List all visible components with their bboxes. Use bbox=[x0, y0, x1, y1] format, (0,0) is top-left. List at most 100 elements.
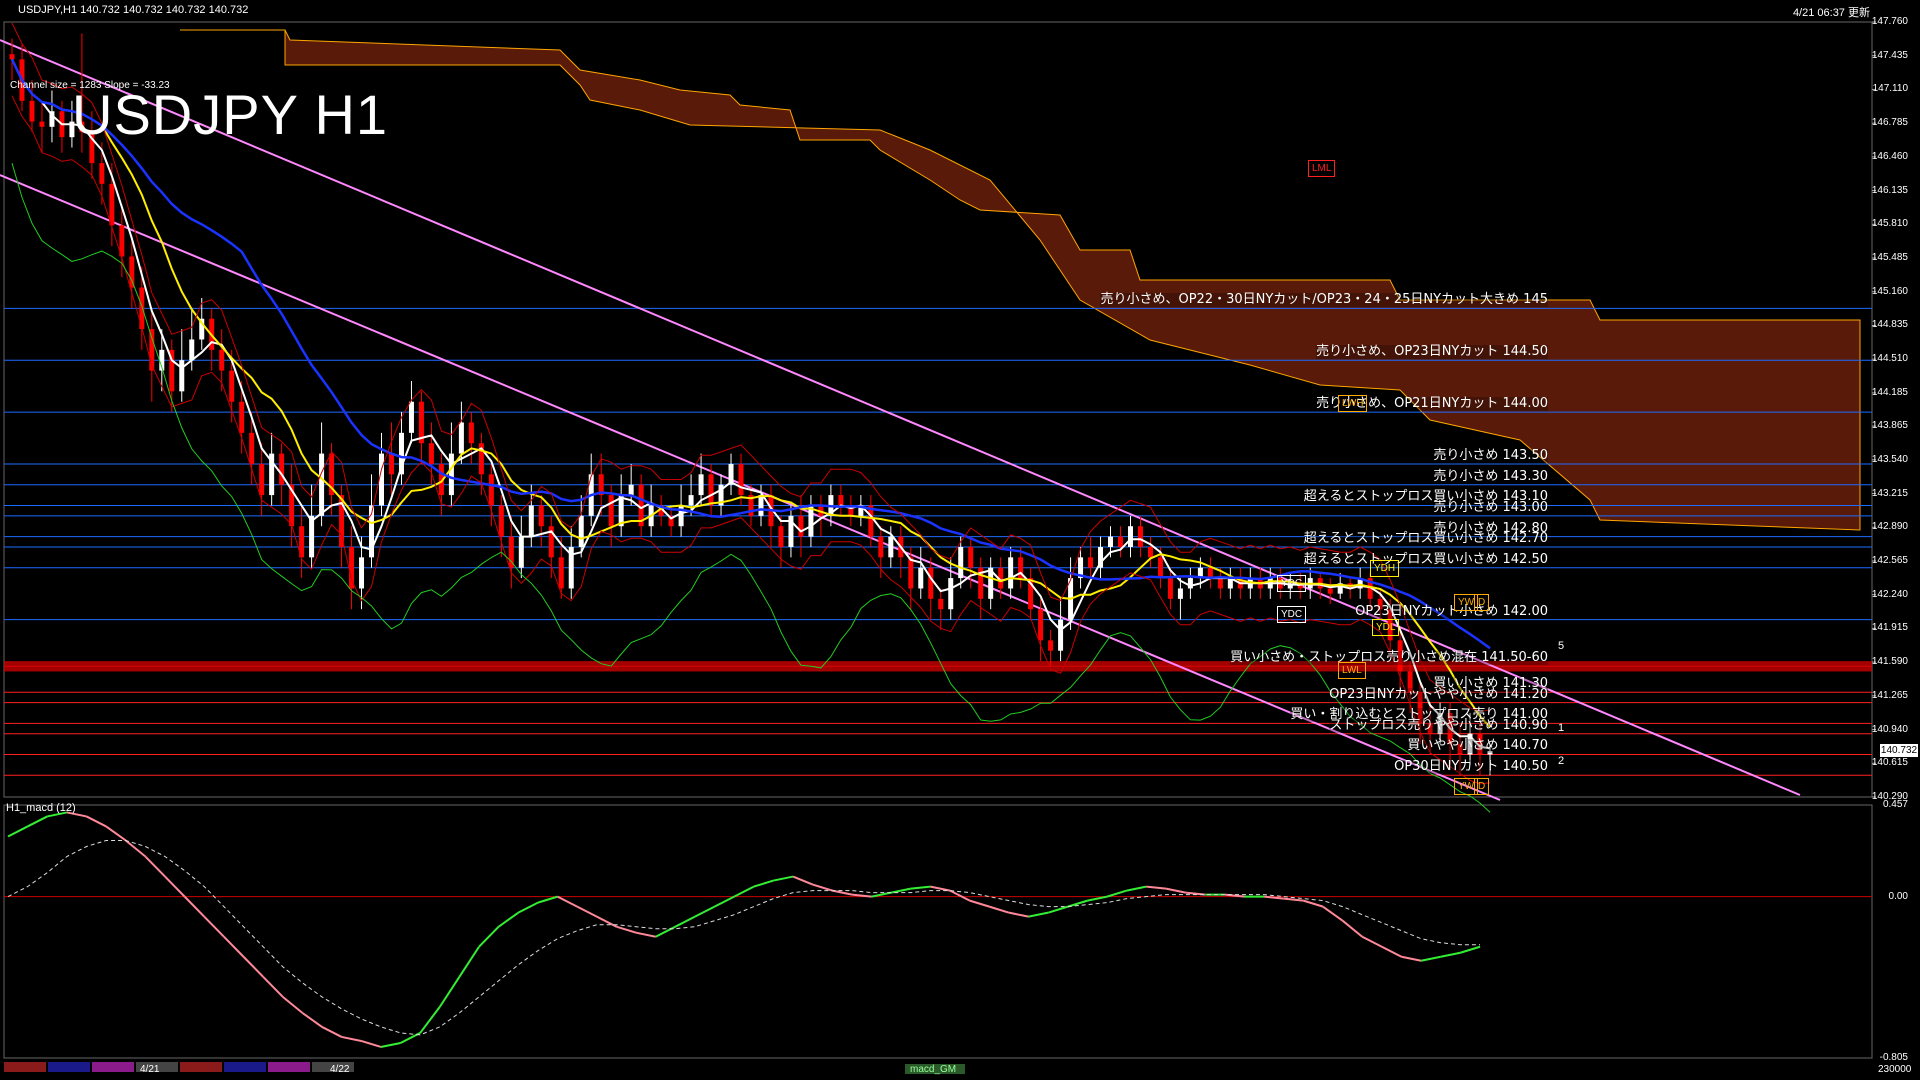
price-tick: 147.110 bbox=[1872, 83, 1908, 95]
candle-body bbox=[558, 557, 564, 589]
macd-line-segment bbox=[360, 1040, 382, 1048]
price-tick: 146.460 bbox=[1871, 150, 1908, 162]
macd-line-segment bbox=[1283, 897, 1304, 902]
macd-line-segment bbox=[380, 1041, 401, 1048]
macd-line-segment bbox=[1341, 919, 1363, 938]
session-bar-segment bbox=[48, 1062, 90, 1072]
macd-line-segment bbox=[1381, 945, 1402, 958]
level-label: 売り小さめ、OP22・30日NYカット/OP23・24・25日NYカット大きめ … bbox=[1100, 292, 1548, 308]
ma-fast-line bbox=[11, 58, 1491, 750]
price-tick: 147.435 bbox=[1871, 49, 1908, 61]
date-label: 4/22 bbox=[330, 1064, 350, 1075]
macd-line-segment bbox=[458, 946, 480, 978]
candle-body bbox=[448, 453, 454, 496]
macd-tick: -0.805 bbox=[1879, 1052, 1908, 1063]
macd-line-segment bbox=[144, 855, 166, 878]
price-tick: 147.760 bbox=[1871, 16, 1908, 27]
macd-line-segment bbox=[1028, 911, 1049, 918]
price-tick: 140.940 bbox=[1871, 723, 1908, 735]
candle-body bbox=[1038, 609, 1044, 641]
candle-body bbox=[279, 453, 285, 485]
level-label: 超えるとストップロス買い小さめ 142.70 bbox=[1303, 530, 1548, 546]
candle-body bbox=[798, 515, 804, 537]
candle-body bbox=[578, 515, 584, 547]
price-tick: 146.785 bbox=[1871, 117, 1908, 129]
candle-body bbox=[888, 536, 894, 558]
macd-line-segment bbox=[733, 885, 755, 898]
level-label: 売り小さめ 143.30 bbox=[1433, 468, 1548, 484]
level-label: 超えるとストップロス買い小さめ 142.50 bbox=[1303, 551, 1548, 567]
candle-body bbox=[1008, 557, 1014, 589]
candle-body bbox=[758, 495, 764, 516]
price-tick: 142.890 bbox=[1871, 521, 1908, 533]
candle-body bbox=[878, 536, 884, 558]
macd-line-segment bbox=[576, 905, 598, 918]
macd-line-segment bbox=[301, 1012, 323, 1028]
candle-body bbox=[388, 453, 394, 475]
candle-body bbox=[379, 453, 384, 506]
macd-line-segment bbox=[223, 936, 245, 958]
macd-line-segment bbox=[203, 915, 225, 938]
candle-body bbox=[528, 505, 534, 537]
level-label: 売り小さめ 143.00 bbox=[1433, 499, 1548, 515]
candle-body bbox=[628, 484, 634, 496]
candle-body bbox=[618, 495, 624, 527]
macd-line-segment bbox=[1008, 911, 1029, 918]
macd-line-segment bbox=[969, 899, 990, 908]
price-tick: 141.590 bbox=[1871, 656, 1908, 668]
candle-body bbox=[229, 370, 235, 402]
candle-body bbox=[29, 100, 35, 122]
macd-line-segment bbox=[517, 901, 539, 914]
date-label: 4/21 bbox=[140, 1064, 160, 1075]
price-tick: 144.510 bbox=[1871, 353, 1908, 365]
candle-body bbox=[1108, 536, 1114, 547]
session-bar-segment bbox=[268, 1062, 310, 1072]
candle-body bbox=[698, 474, 704, 496]
price-tick: 141.265 bbox=[1871, 689, 1908, 701]
macd-line-segment bbox=[282, 996, 304, 1014]
support-zone bbox=[4, 661, 1872, 672]
candle-body bbox=[918, 567, 924, 589]
level-label: ストップロス売りやや小さめ 140.90 bbox=[1329, 717, 1548, 733]
page-title: USDJPY H1 bbox=[72, 83, 389, 146]
macd-line-segment bbox=[27, 815, 48, 828]
candle-body bbox=[608, 495, 614, 527]
level-tag: D bbox=[1474, 778, 1490, 795]
level-tag: YDC bbox=[1277, 606, 1307, 623]
macd-line-segment bbox=[537, 895, 558, 904]
price-tick: 144.835 bbox=[1871, 319, 1908, 331]
macd-line-segment bbox=[125, 839, 147, 858]
candle-body bbox=[179, 360, 185, 392]
level-tag: LWH bbox=[1338, 395, 1368, 412]
wave-label: 2 bbox=[1558, 755, 1565, 767]
usdjpy-h1-chart[interactable] bbox=[0, 0, 1920, 1080]
session-bar-segment bbox=[224, 1062, 266, 1072]
candle-body bbox=[688, 495, 694, 506]
macd-line-segment bbox=[832, 889, 853, 896]
band-lower-line bbox=[11, 95, 1491, 785]
candle-body bbox=[488, 474, 494, 506]
channel-lower-line bbox=[0, 174, 1501, 801]
macd-line-segment bbox=[812, 883, 833, 892]
macd-tick: 0.457 bbox=[1882, 799, 1908, 810]
macd-line-segment bbox=[1303, 899, 1324, 908]
candle-body bbox=[319, 453, 325, 516]
candle-body bbox=[39, 121, 45, 127]
macd-line-segment bbox=[419, 1006, 441, 1034]
candle-body bbox=[1327, 588, 1333, 594]
macd-line-segment bbox=[438, 976, 461, 1008]
candle-body bbox=[948, 578, 954, 610]
macd-line-segment bbox=[242, 956, 264, 978]
volume-value: 230000 bbox=[1878, 1064, 1912, 1075]
candle-body bbox=[1147, 546, 1153, 558]
price-tick: 143.865 bbox=[1871, 420, 1908, 432]
macd-line-segment bbox=[753, 879, 774, 888]
candle-body bbox=[778, 526, 784, 547]
level-label: OP30日NYカット 140.50 bbox=[1394, 759, 1548, 775]
macd-line-segment bbox=[105, 825, 127, 842]
candle-body bbox=[408, 401, 414, 433]
price-tick: 142.240 bbox=[1871, 588, 1908, 600]
candle-body bbox=[468, 422, 474, 444]
candle-body bbox=[938, 598, 944, 610]
macd-line-segment bbox=[478, 925, 500, 948]
